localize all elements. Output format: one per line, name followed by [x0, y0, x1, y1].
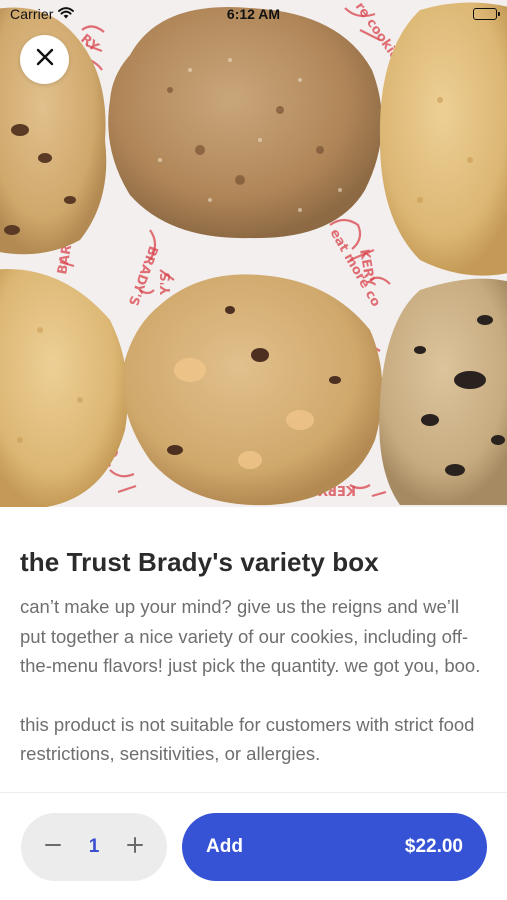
cookies-photo: RY BRADY'S eat more co KERY BAR KERY Y'S… — [0, 0, 507, 507]
product-description: can’t make up your mind? give us the rei… — [20, 592, 487, 769]
status-bar: Carrier 6:12 AM — [0, 0, 507, 28]
description-paragraph: can’t make up your mind? give us the rei… — [20, 596, 481, 676]
status-left: Carrier — [10, 6, 75, 22]
minus-icon — [44, 836, 62, 859]
bottom-action-bar: 1 Add $22.00 — [0, 792, 507, 900]
close-icon — [35, 47, 55, 72]
close-button[interactable] — [20, 35, 69, 84]
increment-button[interactable] — [123, 835, 147, 859]
add-label: Add — [206, 836, 243, 857]
description-paragraph: this product is not suitable for custome… — [20, 713, 475, 765]
add-to-cart-button[interactable]: Add $22.00 — [182, 813, 487, 881]
svg-text:Y'S: Y'S — [159, 272, 174, 296]
plus-icon — [126, 836, 144, 859]
quantity-stepper: 1 — [21, 813, 167, 881]
carrier-label: Carrier — [10, 6, 54, 22]
product-details: the Trust Brady's variety box can’t make… — [0, 507, 507, 792]
wifi-icon — [58, 6, 75, 22]
price-label: $22.00 — [404, 836, 463, 857]
quantity-value: 1 — [88, 836, 100, 857]
product-title: the Trust Brady's variety box — [20, 547, 379, 577]
product-image: RY BRADY'S eat more co KERY BAR KERY Y'S… — [0, 0, 507, 507]
status-time: 6:12 AM — [226, 6, 281, 22]
decrement-button[interactable] — [41, 835, 65, 859]
battery-icon — [473, 8, 500, 20]
